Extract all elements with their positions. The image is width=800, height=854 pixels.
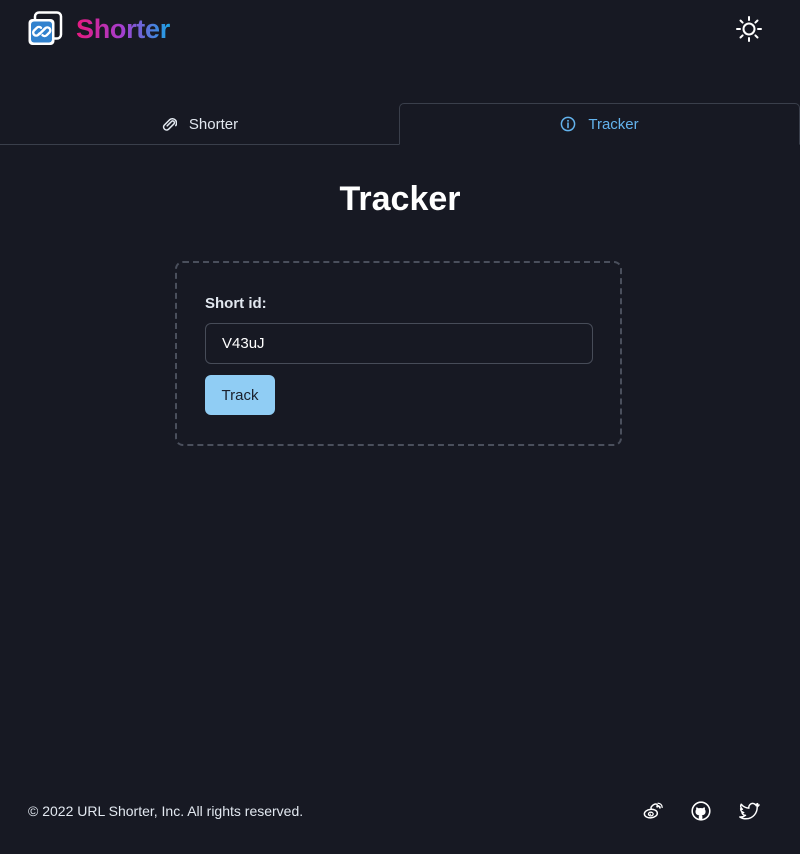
info-icon <box>561 116 576 132</box>
twitter-icon[interactable] <box>738 800 760 822</box>
tab-shorter[interactable]: Shorter <box>0 103 399 145</box>
tracker-card: Short id: Track <box>175 261 622 446</box>
sun-icon[interactable] <box>735 15 763 43</box>
brand-name: Shorter <box>76 13 170 44</box>
app: Shorter Shorter Tracker Tracker Short id… <box>0 0 800 854</box>
github-icon[interactable] <box>690 800 712 822</box>
tab-tracker[interactable]: Tracker <box>399 103 800 145</box>
tab-shorter-label: Shorter <box>188 115 239 133</box>
paperclip-icon <box>162 118 177 131</box>
short-id-input[interactable] <box>205 323 593 364</box>
copyright-text: © 2022 URL Shorter, Inc. All rights rese… <box>28 803 304 819</box>
link-icon <box>28 11 63 45</box>
logo-link[interactable]: Shorter <box>27 11 170 47</box>
short-id-label: Short id: <box>205 295 267 312</box>
page-title: Tracker <box>339 180 461 218</box>
weibo-icon[interactable] <box>642 800 664 822</box>
track-button[interactable]: Track <box>205 375 275 415</box>
tab-tracker-label: Tracker <box>588 115 639 133</box>
header: Shorter <box>0 0 800 60</box>
tab-list: Shorter Tracker <box>0 103 800 145</box>
